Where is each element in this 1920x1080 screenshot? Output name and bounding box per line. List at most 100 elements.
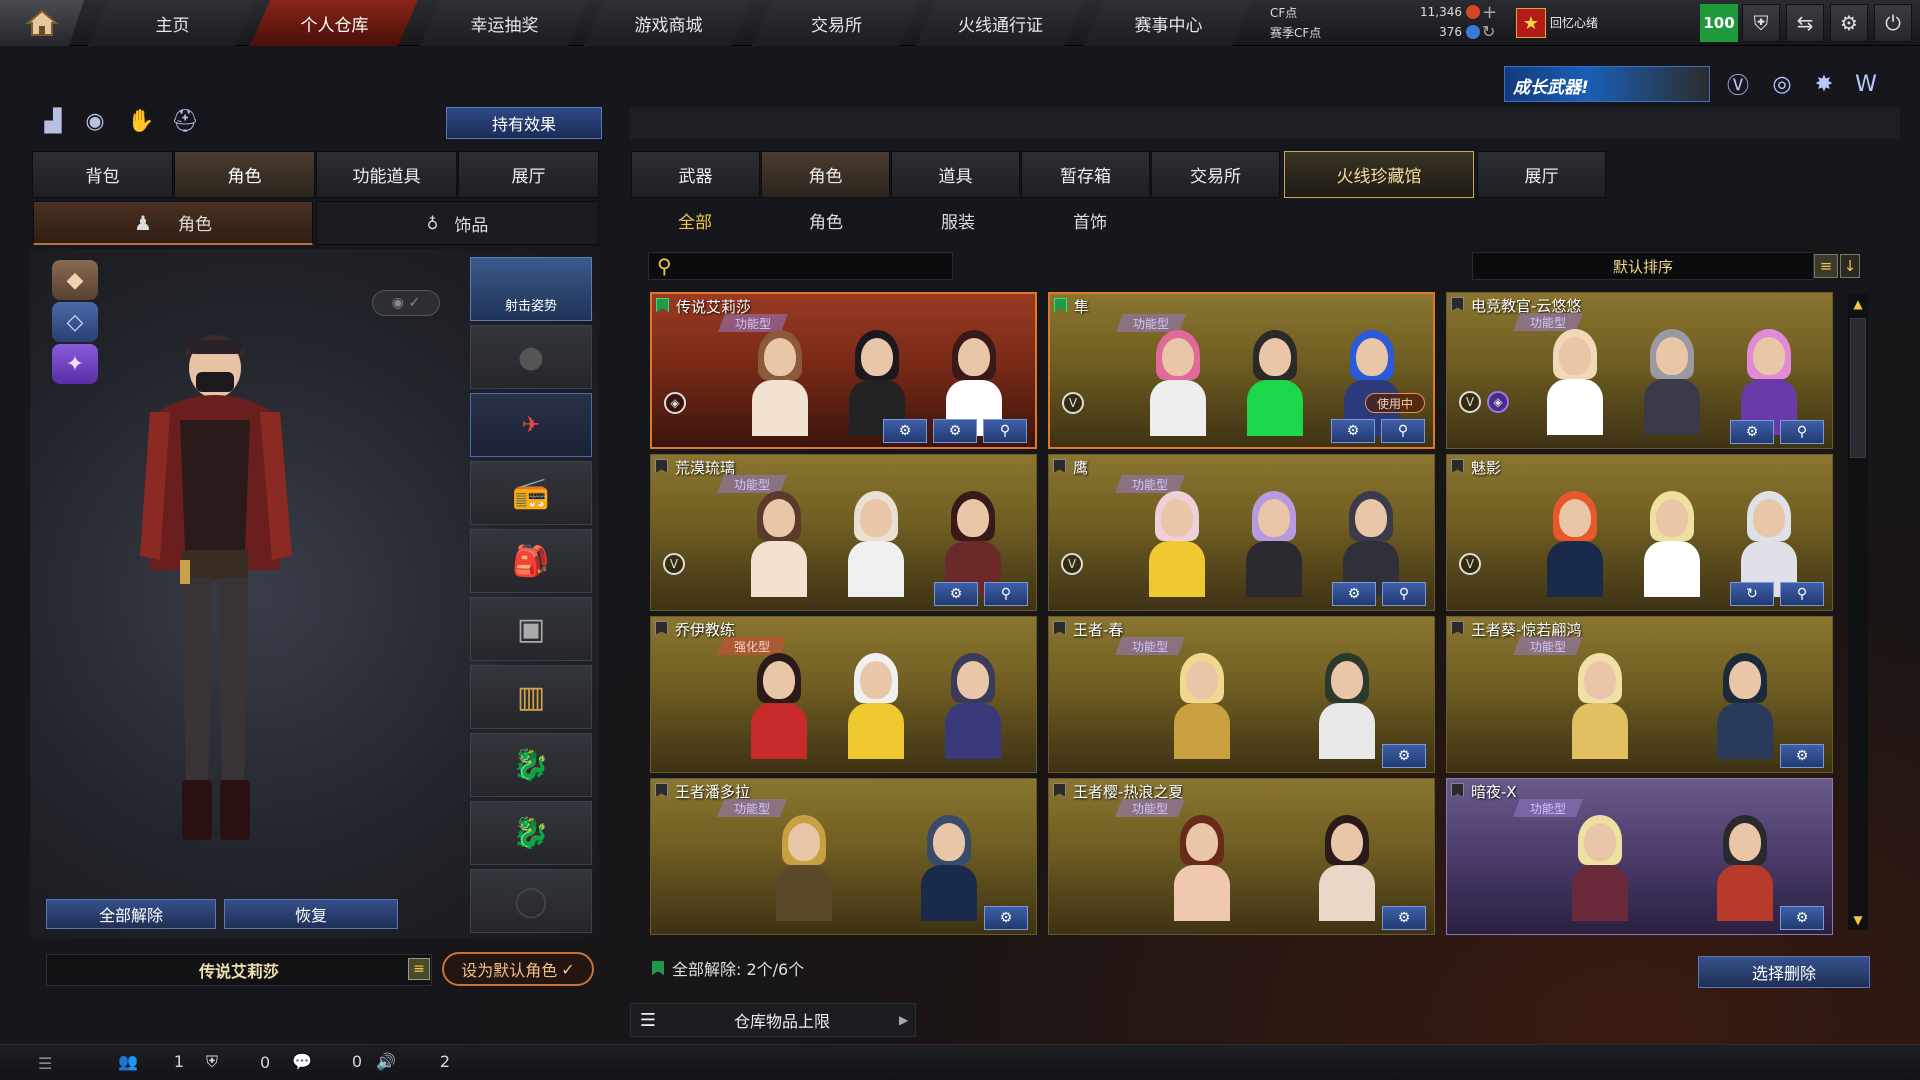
slot-ammo-belt[interactable]: ▥ (470, 665, 592, 729)
username[interactable]: 回忆心绪 (1550, 14, 1598, 31)
magnify-icon-button[interactable]: ⚲ (1382, 582, 1426, 606)
nav-tab-game-mall[interactable]: 游戏商城 (584, 0, 752, 46)
slot-silver-dragon[interactable]: 🐉 (470, 801, 592, 865)
subtab-outfit[interactable]: 服装 (893, 204, 1023, 236)
ranking-icon[interactable]: ▟ (36, 104, 70, 138)
character-card[interactable]: 王者潘多拉 功能型 ⚙︎ (650, 778, 1037, 935)
storage-limit-bar[interactable]: ☰ 仓库物品上限 ▶ (630, 1003, 916, 1037)
settings-icon-button[interactable]: ⚙︎ (1730, 420, 1774, 444)
subtab-jewelry[interactable]: 首饰 (1025, 204, 1155, 236)
right-tab-character[interactable]: 角色 (761, 151, 890, 198)
settings-icon-button[interactable]: ⚙︎ (1780, 906, 1824, 930)
flag-badge-icon[interactable]: ★ (1516, 8, 1546, 38)
sort-list-icon[interactable]: ≡ (1814, 254, 1838, 278)
right-tab-collection-hall[interactable]: 火线珍藏馆 (1284, 151, 1474, 198)
scroll-up-arrow-icon[interactable]: ▲ (1848, 294, 1868, 314)
power-icon[interactable]: ⏻ (1874, 4, 1912, 42)
status-clan[interactable]: ⛨ 0 (206, 1052, 270, 1072)
hold-effect-button[interactable]: 持有效果 (446, 107, 602, 139)
v-emblem-icon[interactable]: Ⓥ (1720, 66, 1756, 102)
w-emblem-icon[interactable]: W (1848, 66, 1884, 102)
slot-backpack[interactable]: 🎒 (470, 529, 592, 593)
left-subtab-accessories[interactable]: ♁ 饰品 (316, 201, 599, 245)
wing-emblem-icon[interactable]: ◇ (52, 302, 98, 342)
rocket-icon[interactable]: ✸ (1806, 66, 1842, 102)
settings-icon-button[interactable]: ⚙︎ (1780, 744, 1824, 768)
nav-tab-home[interactable]: 主页 (88, 0, 256, 46)
slot-effect[interactable]: ✈ (470, 393, 592, 457)
settings-gear-icon[interactable]: ⚙ (1830, 4, 1868, 42)
list-menu-icon[interactable]: ≡ (408, 958, 430, 980)
status-messages[interactable]: 💬 0 (292, 1052, 362, 1071)
refresh-icon[interactable]: ↻ (1482, 22, 1495, 41)
shield-icon[interactable]: ⛨ (1742, 4, 1780, 42)
slot-radio[interactable]: 📻 (470, 461, 592, 525)
magnify-icon-button[interactable]: ⚲ (983, 419, 1027, 443)
right-tab-weapons[interactable]: 武器 (631, 151, 760, 198)
set-default-character-button[interactable]: 设为默认角色 ✓ (442, 952, 594, 986)
character-card[interactable]: 乔伊教练 强化型 (650, 616, 1037, 773)
slot-ring[interactable]: ◯ (470, 869, 592, 933)
settings-icon-button[interactable]: ⚙︎ (984, 906, 1028, 930)
select-delete-button[interactable]: 选择删除 (1698, 956, 1870, 988)
gear-icon-button[interactable]: ⚙ (933, 419, 977, 443)
growth-weapon-banner[interactable]: 成长武器! (1504, 66, 1710, 102)
magnify-icon-button[interactable]: ⚲ (984, 582, 1028, 606)
visibility-toggle[interactable]: ◉ ✓ (372, 290, 440, 316)
character-card[interactable]: 王者葵-惊若翩鸿 功能型 ⚙︎ (1446, 616, 1833, 773)
left-tab-character[interactable]: 角色 (174, 151, 315, 198)
feather-emblem-icon[interactable]: ✦ (52, 344, 98, 384)
nav-tab-event-center[interactable]: 赛事中心 (1084, 0, 1252, 46)
settings-icon-button[interactable]: ⚙︎ (1331, 419, 1375, 443)
globe-icon[interactable]: ◎ (1764, 66, 1800, 102)
subtab-character[interactable]: 角色 (761, 204, 891, 236)
cycle-icon[interactable]: ◉ (78, 104, 112, 138)
status-friends[interactable]: 👥 1 (118, 1052, 184, 1071)
character-card[interactable]: 电竞教官-云悠悠 功能型 V ◈ ⚲ ⚙︎ (1446, 292, 1833, 449)
nav-tab-lucky-draw[interactable]: 幸运抽奖 (420, 0, 588, 46)
nav-tab-personal-warehouse[interactable]: 个人仓库 (250, 0, 418, 46)
character-card[interactable]: 鹰功能型 V ⚲ ⚙︎ (1048, 454, 1435, 611)
nav-tab-battle-pass[interactable]: 火线通行证 (916, 0, 1084, 46)
character-card[interactable]: 荒漠琉璃 功能型 V ⚲ ⚙︎ (650, 454, 1037, 611)
settings-icon-button[interactable]: ⚙︎ (1382, 744, 1426, 768)
switch-icon[interactable]: ⇆ (1786, 4, 1824, 42)
item-search-input[interactable]: ⚲ (648, 252, 953, 280)
hand-icon[interactable]: ✋ (124, 104, 158, 138)
character-card[interactable]: 王者-春 功能型 ⚙︎ (1048, 616, 1435, 773)
nav-tab-exchange[interactable]: 交易所 (752, 0, 920, 46)
add-points-icon[interactable]: + (1482, 2, 1497, 23)
restore-button[interactable]: 恢复 (224, 899, 398, 929)
settings-icon-button[interactable]: ⚙︎ (1332, 582, 1376, 606)
eagle-emblem-icon[interactable]: ◆ (52, 260, 98, 300)
scroll-down-arrow-icon[interactable]: ▼ (1848, 910, 1868, 930)
character-card[interactable]: 王者樱-热浪之夏 功能型 ⚙︎ (1048, 778, 1435, 935)
status-voice[interactable]: 🔊 2 (376, 1052, 450, 1071)
right-tab-exchange[interactable]: 交易所 (1151, 151, 1280, 198)
character-card[interactable]: 隼功能型 V 使用中 ⚲ ⚙︎ (1048, 292, 1435, 449)
subtab-all[interactable]: 全部 (630, 204, 760, 236)
left-tab-function-items[interactable]: 功能道具 (316, 151, 457, 198)
magnify-icon-button[interactable]: ⚲ (1780, 420, 1824, 444)
slot-gold-dragon[interactable]: 🐉 (470, 733, 592, 797)
left-tab-backpack[interactable]: 背包 (32, 151, 173, 198)
character-card[interactable]: 暗夜-X 功能型 ⚙︎ (1446, 778, 1833, 935)
magnify-icon-button[interactable]: ⚲ (1780, 582, 1824, 606)
right-tab-storage-box[interactable]: 暂存箱 (1021, 151, 1150, 198)
slot-head[interactable]: ● (470, 325, 592, 389)
settings-icon-button[interactable]: ⚙︎ (883, 419, 927, 443)
right-tab-items[interactable]: 道具 (891, 151, 1020, 198)
settings-icon-button[interactable]: ⚙︎ (934, 582, 978, 606)
slot-pouch[interactable]: ▣ (470, 597, 592, 661)
settings-icon-button[interactable]: ⚙︎ (1382, 906, 1426, 930)
magnify-icon-button[interactable]: ⚲ (1381, 419, 1425, 443)
scrollbar-thumb[interactable] (1850, 318, 1866, 458)
level-badge[interactable]: 100 (1700, 4, 1738, 42)
menu-list-icon[interactable]: ☰ (38, 1054, 52, 1073)
unequip-all-button[interactable]: 全部解除 (46, 899, 216, 929)
slot-shooting-pose[interactable]: 射击姿势 (470, 257, 592, 321)
sort-dropdown[interactable]: 默认排序 (1472, 252, 1814, 280)
right-tab-showroom[interactable]: 展厅 (1477, 151, 1606, 198)
sort-direction-icon[interactable]: ↓ (1840, 254, 1860, 278)
helmet-icon[interactable]: ⛑ (168, 104, 202, 138)
